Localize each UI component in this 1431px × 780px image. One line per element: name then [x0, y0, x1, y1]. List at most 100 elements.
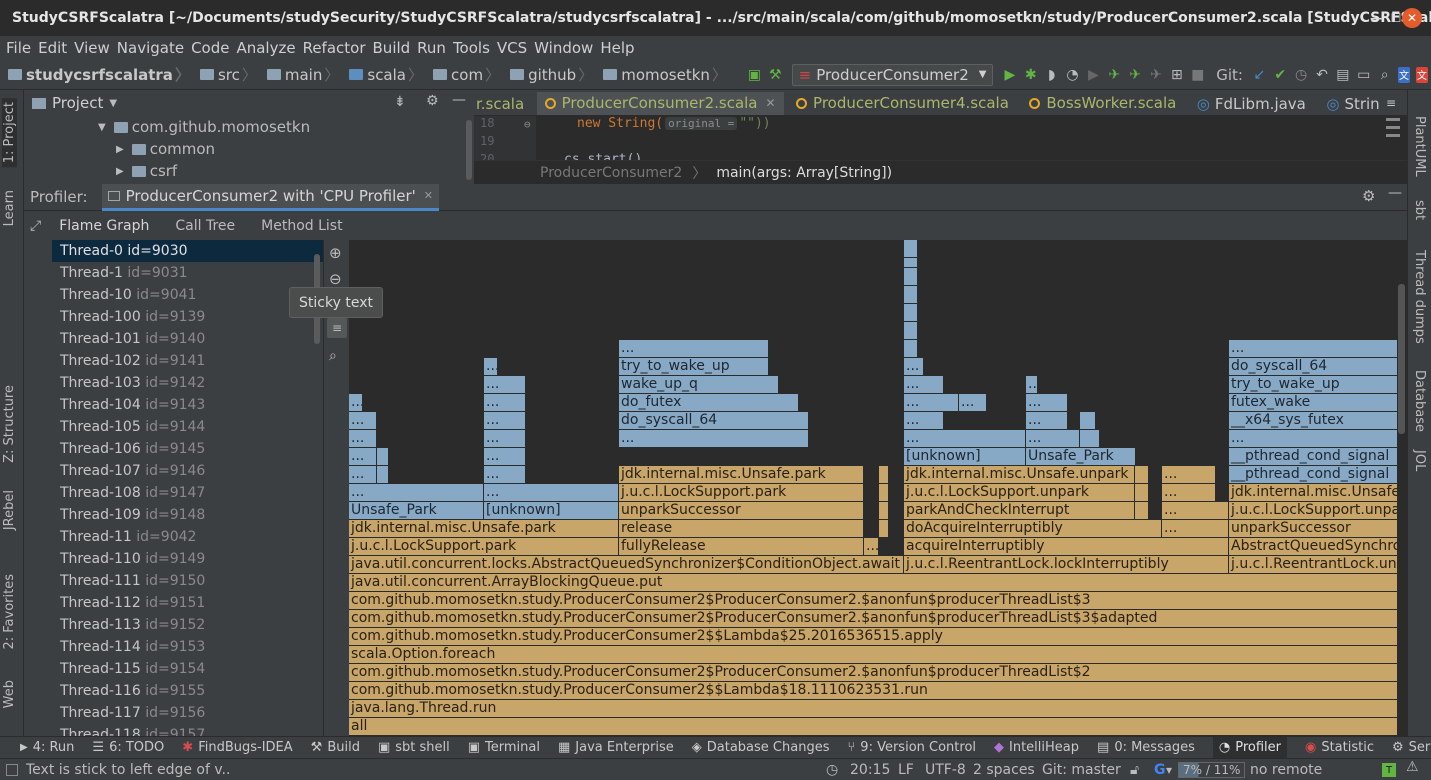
thread-list-item[interactable]: Thread-116 id=9155	[52, 680, 323, 702]
tab-r-scala[interactable]: r.scala	[474, 91, 532, 116]
flame-frame[interactable]: j.u.c.l.LockSupport.unpark	[1229, 502, 1398, 520]
translate-icon[interactable]: 文	[1398, 66, 1410, 83]
tool-thread-dumps[interactable]: Thread dumps	[1412, 250, 1427, 344]
tree-node-common[interactable]: ▶ common	[24, 138, 474, 160]
git-commit-icon[interactable]: ✔	[1273, 65, 1288, 85]
file-encoding[interactable]: UTF-8	[925, 762, 966, 778]
jrebel-run-icon[interactable]: ✈	[1107, 65, 1122, 85]
flame-frame[interactable]	[1080, 412, 1096, 430]
tool-plantuml[interactable]: PlantUML	[1412, 116, 1427, 177]
flame-frame[interactable]: ...	[1162, 466, 1216, 484]
thread-list-item[interactable]: Thread-107 id=9146	[52, 460, 323, 482]
thread-list-item[interactable]: Thread-108 id=9147	[52, 482, 323, 504]
history-icon[interactable]: ◷	[1294, 65, 1309, 85]
thread-list-item[interactable]: Thread-101 id=9140	[52, 328, 323, 350]
sticky-text-icon[interactable]: ≡	[327, 318, 347, 338]
flame-frame[interactable]: ...	[959, 394, 987, 412]
breadcrumb-momosetkn[interactable]: momosetkn 〉	[603, 64, 731, 85]
flame-frame[interactable]: j.u.c.l.LockSupport.unpark	[904, 484, 1135, 502]
menu-help[interactable]: Help	[600, 39, 634, 57]
flame-frame[interactable]: jdk.internal.misc.Unsafe.park	[619, 466, 864, 484]
flame-frame[interactable]: doAcquireInterruptibly	[904, 520, 1162, 538]
flame-frame[interactable]	[904, 286, 918, 304]
gear-icon[interactable]: ⚙	[1362, 187, 1375, 205]
remote-status[interactable]: no remote	[1250, 762, 1322, 778]
flame-frame[interactable]	[904, 340, 918, 358]
menu-code[interactable]: Code	[191, 39, 229, 57]
flame-frame[interactable]: do_futex	[619, 394, 799, 412]
flame-frame[interactable]: try_to_wake_up	[1229, 376, 1398, 394]
flame-frame[interactable]: ...	[484, 394, 526, 412]
zoom-in-icon[interactable]: ⊕	[329, 244, 342, 262]
flame-frame[interactable]: do_syscall_64	[1229, 358, 1398, 376]
tool-sbt[interactable]: sbt	[1412, 200, 1427, 220]
menu-file[interactable]: File	[6, 39, 31, 57]
profile-icon[interactable]: ◔	[1065, 65, 1080, 85]
thread-list-item[interactable]: Thread-110 id=9149	[52, 548, 323, 570]
flame-frame[interactable]: ...	[1026, 376, 1038, 394]
flame-frame[interactable]	[879, 502, 889, 520]
tool-version-control[interactable]: ⑂ 9: Version Control	[847, 740, 976, 755]
flame-frame[interactable]: ...	[484, 358, 498, 376]
tool-structure[interactable]: Z: Structure	[2, 385, 17, 463]
status-toggle-icon[interactable]	[6, 763, 18, 776]
thread-list-item[interactable]: Thread-112 id=9151	[52, 592, 323, 614]
tool-database[interactable]: Database	[1412, 370, 1427, 432]
flame-frame[interactable]: ...	[484, 484, 619, 502]
flame-frame[interactable]: ...	[1229, 430, 1398, 448]
flame-frame[interactable]	[904, 322, 918, 340]
flame-frame[interactable]: ...	[1026, 394, 1068, 412]
tool-project[interactable]: 1: Project	[2, 98, 17, 168]
flame-frame[interactable]: java.lang.Thread.run	[349, 700, 1398, 718]
flame-frame[interactable]: ...	[349, 394, 363, 412]
lock-icon[interactable]: 🔓︎	[1130, 762, 1139, 778]
menu-tools[interactable]: Tools	[453, 39, 490, 57]
tool-jol[interactable]: JOL	[1412, 450, 1427, 471]
flame-frame[interactable]: scala.Option.foreach	[349, 646, 1398, 664]
tab-method-list[interactable]: Method List	[261, 218, 342, 234]
jrebel-debug-icon[interactable]: ✈	[1128, 65, 1143, 85]
flame-frame[interactable]	[904, 240, 918, 258]
flame-frame[interactable]: wake_up_q	[619, 376, 779, 394]
tool-messages[interactable]: ▤ 0: Messages	[1097, 740, 1195, 755]
flame-frame[interactable]: ...	[904, 412, 944, 430]
memory-indicator[interactable]: 7% / 11%	[1178, 762, 1246, 778]
flame-frame[interactable]: ...	[904, 430, 1026, 448]
menu-analyze[interactable]: Analyze	[236, 39, 295, 57]
flame-frame[interactable]: ...	[1162, 520, 1229, 538]
code-editor[interactable]: 18 19 20 ⊖ new String(original ="")) cs.…	[474, 116, 1407, 167]
flame-graph-scrollbar[interactable]	[1398, 284, 1405, 434]
layout-icon[interactable]: ▭	[1356, 65, 1371, 85]
flame-frame[interactable]: com.github.momosetkn.study.ProducerConsu…	[349, 592, 1398, 610]
thread-list-item[interactable]: Thread-1 id=9031	[52, 262, 323, 284]
flame-frame[interactable]: unparkSuccessor	[619, 502, 864, 520]
flame-frame[interactable]: Unsafe_Park	[349, 502, 484, 520]
flame-frame[interactable]: ...	[349, 484, 484, 502]
thread-list-item[interactable]: Thread-10 id=9041	[52, 284, 323, 306]
breadcrumb-method[interactable]: main(args: Array[String])	[716, 165, 892, 181]
flame-graph[interactable]: all java.lang.Thread.run com.github.momose…	[349, 240, 1407, 736]
project-scrollbar[interactable]	[466, 120, 472, 180]
flame-frame[interactable]: ...	[1162, 484, 1216, 502]
flame-frame[interactable]: com.github.momosetkn.study.ProducerConsu…	[349, 682, 1398, 700]
tool-sbt-shell[interactable]: ▣ sbt shell	[378, 740, 450, 755]
thread-list-item[interactable]: Thread-11 id=9042	[52, 526, 323, 548]
tool-jrebel[interactable]: JRebel	[2, 490, 17, 530]
flame-frame[interactable]: do_syscall_64	[619, 412, 809, 430]
tool-favorites[interactable]: 2: Favorites	[2, 574, 17, 650]
hammer-build-icon[interactable]: ⚒	[768, 65, 783, 85]
flame-frame[interactable]	[904, 304, 918, 322]
flame-frame[interactable]: try_to_wake_up	[619, 358, 769, 376]
flame-frame[interactable]: j.u.c.l.ReentrantLock.unlo	[1229, 556, 1398, 574]
flame-frame[interactable]: ...	[619, 340, 769, 358]
search-icon[interactable]: ⌕	[329, 348, 337, 364]
flame-frame[interactable]	[1135, 484, 1149, 502]
flame-frame[interactable]: AbstractQueuedSynchron	[1229, 538, 1398, 556]
tool-todo[interactable]: ☰ 6: TODO	[92, 740, 164, 755]
tool-findbugs[interactable]: ✱ FindBugs-IDEA	[182, 740, 292, 755]
close-tab-icon[interactable]: ✕	[424, 189, 433, 202]
flame-frame[interactable]: acquireInterruptibly	[904, 538, 1229, 556]
tool-intelliheap[interactable]: ◆ IntelliHeap	[994, 740, 1079, 755]
flame-frame[interactable]: Unsafe_Park	[1026, 448, 1136, 466]
project-panel-title[interactable]: Project	[52, 94, 103, 112]
